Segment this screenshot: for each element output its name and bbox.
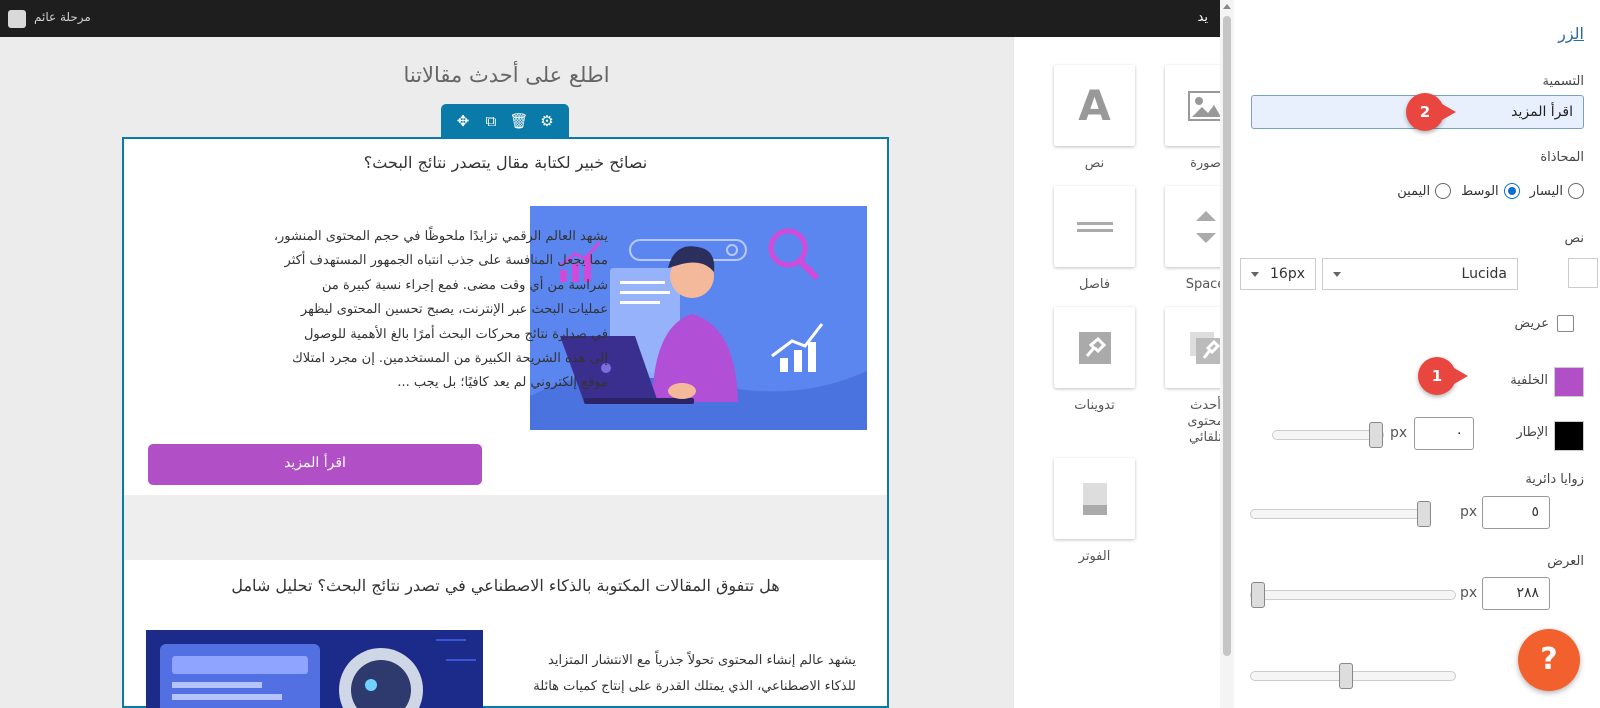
block-text[interactable]: A نص — [1054, 65, 1135, 172]
font-size-select[interactable]: 16px — [1240, 258, 1316, 290]
duplicate-icon[interactable]: ⧉ — [480, 111, 502, 131]
border-width-input[interactable]: ٠ — [1414, 417, 1474, 450]
site-name[interactable]: مرحلة عائم — [34, 10, 91, 24]
height-slider[interactable] — [1250, 663, 1456, 689]
block-toolbar: ✥ ⧉ 🗑 ⚙ — [441, 104, 569, 137]
post-featured-image[interactable] — [146, 630, 483, 708]
bold-label: عريض — [1514, 316, 1549, 331]
block-label: فاصل — [1078, 277, 1111, 292]
radius-label: زوايا دائرية — [1525, 472, 1584, 487]
align-right-option[interactable]: اليمين — [1397, 183, 1452, 199]
background-color-swatch[interactable] — [1554, 367, 1584, 397]
slider-handle[interactable] — [1417, 501, 1431, 527]
scroll-up-icon[interactable] — [1223, 4, 1231, 9]
ai-robot-illustration-icon — [146, 630, 483, 708]
callout-badge-2: 2 — [1406, 93, 1456, 131]
posts-block[interactable]: نصائح خبير لكتابة مقال يتصدر نتائج البحث… — [122, 137, 889, 708]
top-bar-cut-text: يد — [1197, 10, 1208, 25]
block-label: أحدث محتوى تلقائي — [1187, 398, 1220, 445]
pin-stack-icon — [1189, 331, 1220, 364]
alignment-radio-group: اليسار الوسط اليمين — [1397, 183, 1584, 199]
block-image[interactable]: صورة — [1165, 65, 1220, 172]
button-width-slider[interactable] — [1250, 582, 1456, 608]
label-field-label: التسمية — [1542, 74, 1584, 89]
scrollbar-thumb[interactable] — [1223, 16, 1231, 656]
block-latest-content[interactable]: أحدث محتوى تلقائي — [1165, 307, 1220, 446]
settings-gear-icon[interactable]: ⚙ — [536, 111, 558, 131]
button-width-input[interactable]: ٢٨٨ — [1482, 577, 1550, 610]
panel-title[interactable]: الزر — [1558, 24, 1584, 43]
block-footer[interactable]: الفوتر — [1054, 458, 1135, 565]
post-title[interactable]: هل تتفوق المقالات المكتوبة بالذكاء الاصط… — [124, 576, 887, 595]
post-excerpt[interactable]: يشهد العالم الرقمي تزايدًا ملحوظًا في حج… — [146, 225, 608, 396]
alignment-label: المحاذاة — [1540, 150, 1584, 165]
pin-icon — [1078, 331, 1111, 364]
divider-icon — [1076, 221, 1113, 232]
delete-icon[interactable]: 🗑 — [508, 111, 530, 131]
radio-circle[interactable] — [1435, 183, 1452, 199]
footer-icon — [1082, 482, 1107, 515]
chevron-down-icon — [1251, 272, 1259, 277]
align-center-option[interactable]: الوسط — [1461, 183, 1520, 199]
blocks-panel: صورة A نص Space فاصل — [1013, 37, 1220, 708]
border-width-slider[interactable] — [1272, 422, 1384, 448]
block-space[interactable]: Space — [1165, 186, 1220, 293]
panel-scrollbar[interactable] — [1220, 0, 1234, 708]
font-family-select[interactable]: Lucida — [1322, 258, 1518, 290]
text-style-label: نص — [1564, 231, 1584, 246]
unit-label: px — [1460, 504, 1478, 520]
align-left-option[interactable]: اليسار — [1530, 183, 1584, 199]
block-divider[interactable]: فاصل — [1054, 186, 1135, 293]
read-more-button[interactable]: اقرأ المزيد — [148, 444, 482, 485]
post-title[interactable]: نصائح خبير لكتابة مقال يتصدر نتائج البحث… — [124, 153, 887, 172]
border-label: الإطار — [1516, 425, 1548, 440]
bold-checkbox[interactable] — [1557, 315, 1574, 332]
block-label: الفوتر — [1078, 549, 1111, 564]
callout-badge-1: 1 — [1418, 357, 1468, 395]
slider-handle[interactable] — [1251, 582, 1265, 608]
slider-handle[interactable] — [1369, 422, 1383, 448]
text-color-swatch[interactable] — [1568, 258, 1598, 288]
slider-handle[interactable] — [1339, 663, 1353, 689]
admin-top-bar: مرحلة عائم يد — [0, 0, 1220, 37]
background-label: الخلفية — [1510, 373, 1548, 388]
radio-circle[interactable] — [1568, 183, 1584, 199]
block-label: Space — [1185, 277, 1220, 292]
block-posts[interactable]: تدوينات — [1054, 307, 1135, 414]
help-button[interactable]: ? — [1518, 629, 1580, 691]
email-canvas: اطلع على أحدث مقالاتنا ✥ ⧉ 🗑 ⚙ نصائح خبي… — [0, 37, 1013, 708]
unit-label: px — [1390, 425, 1408, 441]
chevron-down-icon — [1333, 272, 1341, 277]
move-icon[interactable]: ✥ — [452, 111, 474, 131]
border-radius-slider[interactable] — [1250, 501, 1431, 527]
wordpress-logo-icon[interactable] — [8, 10, 26, 28]
radio-circle-selected[interactable] — [1503, 183, 1520, 199]
border-radius-input[interactable]: ٥ — [1482, 496, 1550, 529]
text-icon: A — [1078, 81, 1111, 130]
post-excerpt[interactable]: يشهد عالم إنشاء المحتوى تحولاً جذرياً مع… — [494, 648, 856, 700]
unit-label: px — [1460, 585, 1478, 601]
section-title: اطلع على أحدث مقالاتنا — [403, 63, 610, 87]
image-icon — [1187, 90, 1220, 121]
button-settings-panel: الزر التسمية اقرأ المزيد 2 المحاذاة اليس… — [1234, 0, 1600, 708]
width-label: العرض — [1547, 554, 1584, 569]
block-label: تدوينات — [1074, 398, 1115, 413]
block-label: نص — [1084, 156, 1105, 171]
spacer-icon — [1195, 210, 1216, 243]
post-separator — [124, 495, 887, 560]
border-color-swatch[interactable] — [1554, 421, 1584, 451]
block-label: صورة — [1190, 156, 1220, 171]
